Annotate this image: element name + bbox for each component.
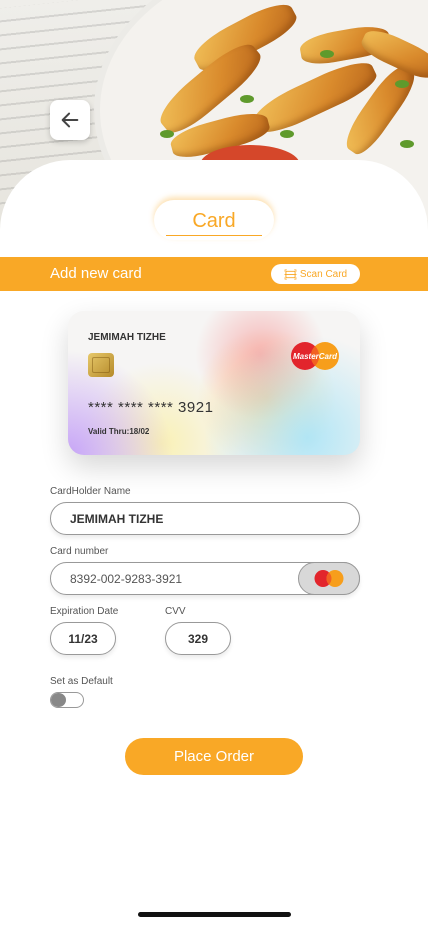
chip-icon [88, 353, 114, 377]
add-card-bar: Add new card [0, 257, 428, 291]
credit-card-preview: JEMIMAH TIZHE MasterCard **** **** **** … [68, 311, 360, 455]
scan-card-label: Scan Card [299, 268, 348, 280]
card-masked-number: **** **** **** 3921 [88, 399, 214, 416]
scan-card-button[interactable]: Scan Card [271, 264, 360, 284]
home-indicator [138, 912, 291, 917]
tab-underline [166, 235, 262, 236]
expiration-label: Expiration Date [50, 606, 119, 617]
expiration-field[interactable] [50, 622, 116, 655]
mastercard-logo-icon: MasterCard [291, 342, 339, 370]
cardholder-label: CardHolder Name [50, 486, 131, 497]
tab-card[interactable]: Card [154, 200, 274, 240]
card-number-field[interactable] [50, 562, 360, 595]
mastercard-logo-text: MasterCard [293, 352, 338, 361]
card-brand-slot [298, 562, 360, 595]
card-holder-name: JEMIMAH TIZHE [88, 332, 166, 343]
cardholder-field[interactable] [50, 502, 360, 535]
place-order-button[interactable]: Place Order [125, 738, 303, 775]
toggle-knob [51, 693, 66, 707]
arrow-left-icon [61, 112, 79, 128]
card-number-label: Card number [50, 546, 109, 557]
set-default-toggle[interactable] [50, 692, 84, 708]
expiration-input[interactable] [51, 623, 115, 654]
tab-card-label: Card [192, 210, 236, 232]
back-button[interactable] [50, 100, 90, 140]
cvv-field[interactable] [165, 622, 231, 655]
scan-card-icon [284, 269, 297, 279]
cardholder-input[interactable] [51, 503, 359, 534]
card-valid-thru: Valid Thru:18/02 [88, 427, 150, 436]
cvv-label: CVV [165, 606, 186, 617]
set-default-label: Set as Default [50, 676, 113, 687]
add-card-title: Add new card [50, 265, 142, 282]
cvv-input[interactable] [166, 623, 230, 654]
mastercard-icon [314, 570, 344, 587]
